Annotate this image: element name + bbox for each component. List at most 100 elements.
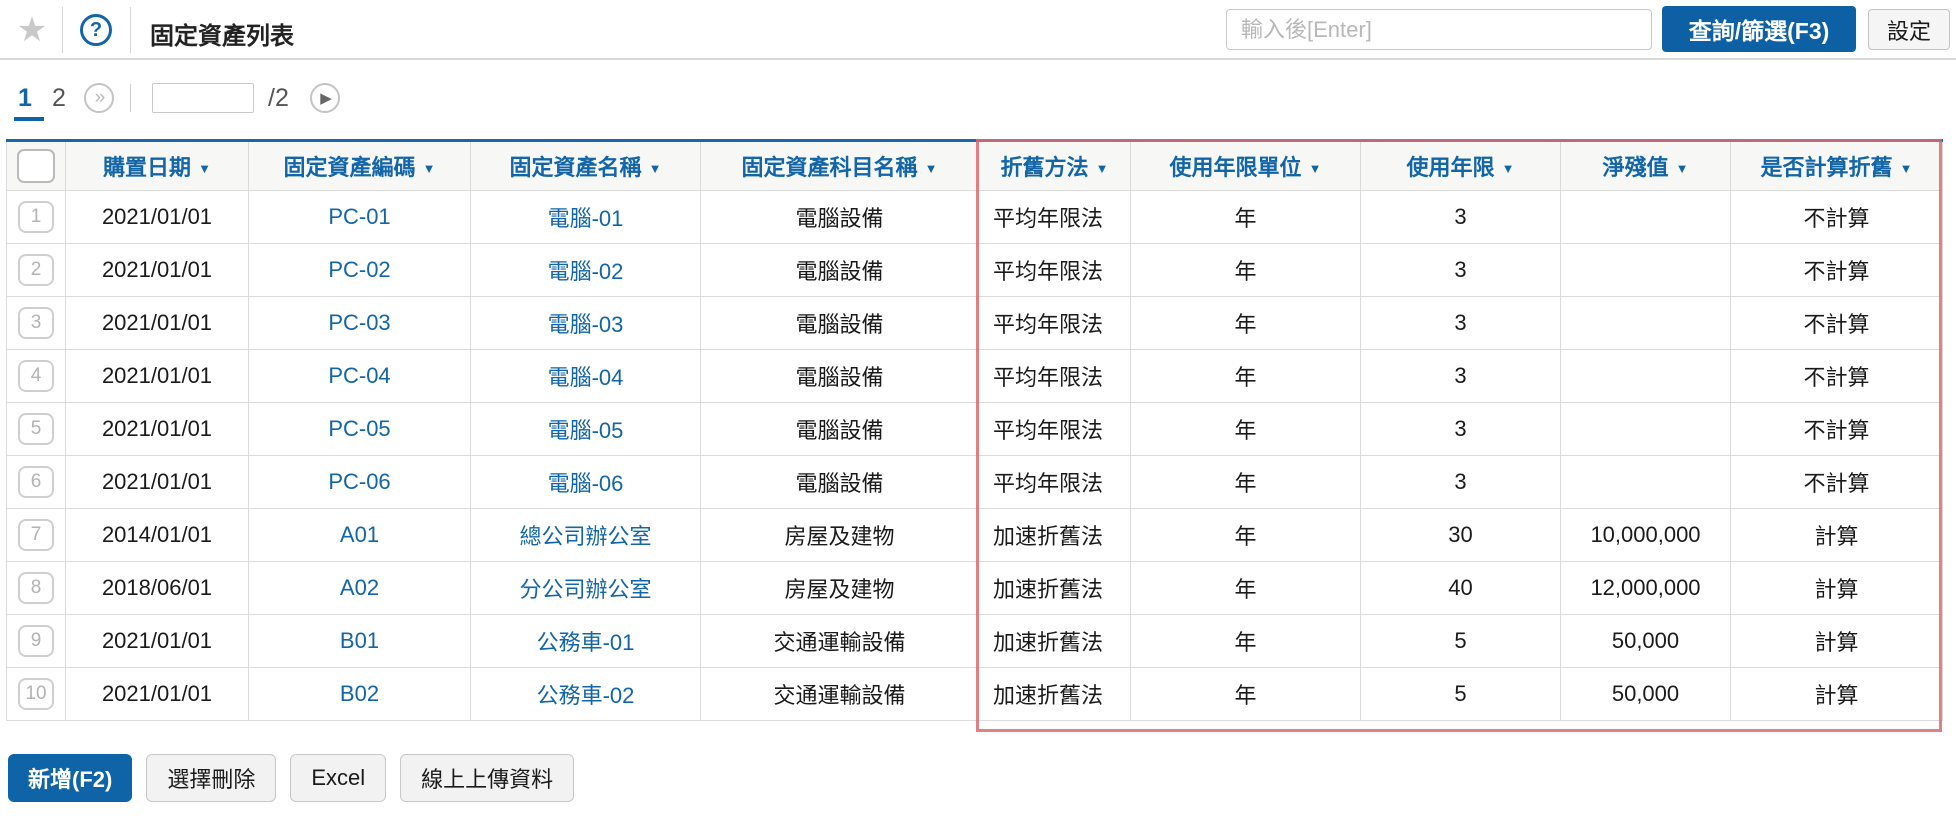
table-row: 102021/01/01B02公務車-02交通運輸設備加速折舊法年550,000… xyxy=(7,668,1943,721)
cell-code[interactable]: PC-01 xyxy=(249,191,471,244)
sort-arrow-icon: ▼ xyxy=(1309,161,1322,176)
column-label-date: 購置日期 xyxy=(103,155,191,180)
cell-residual xyxy=(1561,456,1731,509)
cell-account: 電腦設備 xyxy=(701,403,979,456)
row-number-badge[interactable]: 1 xyxy=(18,201,54,233)
delete-button[interactable]: 選擇刪除 xyxy=(146,754,276,802)
column-header-method[interactable]: 折舊方法▼ xyxy=(979,141,1131,191)
cell-name[interactable]: 電腦-02 xyxy=(471,244,701,297)
row-number-badge[interactable]: 10 xyxy=(18,678,54,710)
column-header-unit[interactable]: 使用年限單位▼ xyxy=(1131,141,1361,191)
column-header-account[interactable]: 固定資產科目名稱▼ xyxy=(701,141,979,191)
cell-name[interactable]: 公務車-02 xyxy=(471,668,701,721)
query-filter-button[interactable]: 查詢/篩選(F3) xyxy=(1662,6,1856,52)
column-header-residual[interactable]: 淨殘值▼ xyxy=(1561,141,1731,191)
cell-account: 電腦設備 xyxy=(701,244,979,297)
cell-code[interactable]: A02 xyxy=(249,562,471,615)
cell-residual xyxy=(1561,297,1731,350)
row-number-cell: 7 xyxy=(7,509,66,562)
column-header-years[interactable]: 使用年限 ▼ xyxy=(1361,141,1561,191)
cell-date: 2021/01/01 xyxy=(66,297,249,350)
cell-depreciate: 計算 xyxy=(1731,668,1943,721)
table-row: 12021/01/01PC-01電腦-01電腦設備平均年限法年3不計算 xyxy=(7,191,1943,244)
search-input[interactable] xyxy=(1226,9,1652,50)
cell-years: 40 xyxy=(1361,562,1561,615)
row-number-badge[interactable]: 6 xyxy=(18,466,54,498)
column-label-years: 使用年限 xyxy=(1407,155,1495,180)
sort-arrow-icon: ▼ xyxy=(1502,161,1515,176)
cell-name[interactable]: 電腦-03 xyxy=(471,297,701,350)
row-number-cell: 5 xyxy=(7,403,66,456)
cell-date: 2021/01/01 xyxy=(66,244,249,297)
sort-arrow-icon: ▼ xyxy=(423,161,436,176)
cell-method: 平均年限法 xyxy=(979,191,1131,244)
row-number-cell: 2 xyxy=(7,244,66,297)
cell-code[interactable]: A01 xyxy=(249,509,471,562)
settings-button[interactable]: 設定 xyxy=(1868,9,1950,50)
row-number-badge[interactable]: 3 xyxy=(18,307,54,339)
cell-unit: 年 xyxy=(1131,403,1361,456)
go-to-page-icon[interactable]: ▶ xyxy=(310,83,340,113)
page-number-2[interactable]: 2 xyxy=(52,84,66,113)
asset-table: 購置日期▼固定資產編碼▼固定資產名稱▼固定資產科目名稱▼折舊方法▼使用年限單位▼… xyxy=(6,139,1943,721)
page-title: 固定資產列表 xyxy=(150,16,294,51)
cell-code[interactable]: PC-05 xyxy=(249,403,471,456)
column-header-date[interactable]: 購置日期 ▼ xyxy=(66,141,249,191)
table-row: 52021/01/01PC-05電腦-05電腦設備平均年限法年3不計算 xyxy=(7,403,1943,456)
cell-depreciate: 不計算 xyxy=(1731,350,1943,403)
row-number-badge[interactable]: 7 xyxy=(18,519,54,551)
row-number-cell: 10 xyxy=(7,668,66,721)
cell-unit: 年 xyxy=(1131,668,1361,721)
cell-date: 2018/06/01 xyxy=(66,562,249,615)
topbar-divider xyxy=(62,7,63,53)
cell-method: 加速折舊法 xyxy=(979,615,1131,668)
footer-actions: 新增(F2) 選擇刪除 Excel 線上上傳資料 xyxy=(8,754,574,802)
cell-name[interactable]: 電腦-04 xyxy=(471,350,701,403)
cell-code[interactable]: PC-03 xyxy=(249,297,471,350)
cell-date: 2021/01/01 xyxy=(66,668,249,721)
help-icon[interactable]: ? xyxy=(80,14,112,46)
cell-name[interactable]: 電腦-01 xyxy=(471,191,701,244)
cell-residual: 10,000,000 xyxy=(1561,509,1731,562)
row-number-badge[interactable]: 5 xyxy=(18,413,54,445)
row-number-badge[interactable]: 4 xyxy=(18,360,54,392)
cell-unit: 年 xyxy=(1131,244,1361,297)
cell-account: 交通運輸設備 xyxy=(701,668,979,721)
column-header-name[interactable]: 固定資產名稱▼ xyxy=(471,141,701,191)
cell-name[interactable]: 總公司辦公室 xyxy=(471,509,701,562)
cell-years: 5 xyxy=(1361,615,1561,668)
favorite-star-icon[interactable]: ★ xyxy=(12,10,52,50)
excel-button[interactable]: Excel xyxy=(290,754,386,802)
cell-name[interactable]: 電腦-06 xyxy=(471,456,701,509)
cell-years: 3 xyxy=(1361,191,1561,244)
row-number-badge[interactable]: 2 xyxy=(18,254,54,286)
cell-code[interactable]: PC-06 xyxy=(249,456,471,509)
column-header-code[interactable]: 固定資產編碼▼ xyxy=(249,141,471,191)
sort-arrow-icon: ▼ xyxy=(198,161,211,176)
current-page-underline xyxy=(14,117,44,121)
row-number-badge[interactable]: 9 xyxy=(18,625,54,657)
cell-residual xyxy=(1561,403,1731,456)
page-jump-input[interactable] xyxy=(152,83,254,113)
cell-name[interactable]: 公務車-01 xyxy=(471,615,701,668)
select-all-checkbox[interactable] xyxy=(17,149,55,183)
page-number-1-current[interactable]: 1 xyxy=(18,84,32,113)
cell-depreciate: 不計算 xyxy=(1731,297,1943,350)
sort-arrow-icon: ▼ xyxy=(1096,161,1109,176)
next-pages-icon[interactable]: » xyxy=(84,83,114,113)
row-number-badge[interactable]: 8 xyxy=(18,572,54,604)
add-button[interactable]: 新增(F2) xyxy=(8,754,132,802)
cell-code[interactable]: PC-04 xyxy=(249,350,471,403)
cell-date: 2021/01/01 xyxy=(66,350,249,403)
cell-code[interactable]: B02 xyxy=(249,668,471,721)
column-header-depreciate[interactable]: 是否計算折舊▼ xyxy=(1731,141,1943,191)
cell-account: 房屋及建物 xyxy=(701,509,979,562)
select-all-header-cell xyxy=(7,141,66,191)
upload-button[interactable]: 線上上傳資料 xyxy=(400,754,574,802)
cell-name[interactable]: 電腦-05 xyxy=(471,403,701,456)
cell-name[interactable]: 分公司辦公室 xyxy=(471,562,701,615)
row-number-cell: 6 xyxy=(7,456,66,509)
cell-code[interactable]: PC-02 xyxy=(249,244,471,297)
cell-code[interactable]: B01 xyxy=(249,615,471,668)
cell-date: 2021/01/01 xyxy=(66,456,249,509)
